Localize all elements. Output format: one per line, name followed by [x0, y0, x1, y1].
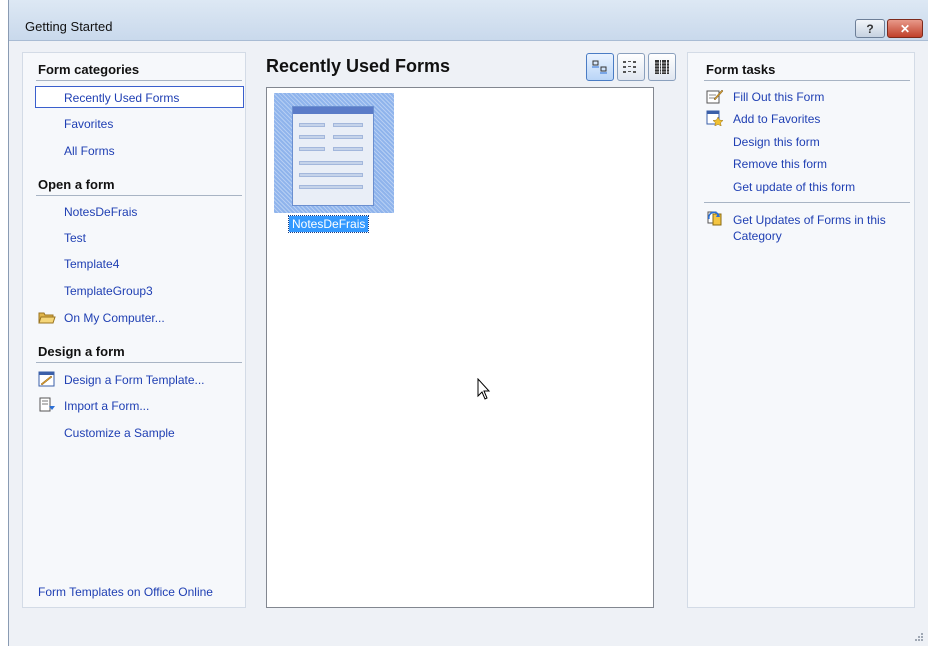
add-favorites-icon [706, 110, 724, 126]
divider [704, 80, 910, 81]
list-view-icon [654, 60, 670, 74]
design-form-heading: Design a form [38, 344, 125, 359]
form-name-label[interactable]: NotesDeFrais [287, 215, 370, 233]
tiles-view-icon [623, 61, 636, 73]
open-templategroup3[interactable]: TemplateGroup3 [64, 284, 153, 298]
get-updates-category-link-line2[interactable]: Category [733, 229, 782, 243]
office-online-link[interactable]: Form Templates on Office Online [38, 585, 213, 599]
open-template4[interactable]: Template4 [64, 257, 119, 271]
title-bar[interactable]: Getting Started ? ✕ [9, 0, 928, 41]
divider [704, 202, 910, 203]
mouse-cursor-icon [477, 378, 491, 400]
form-tasks-heading: Form tasks [706, 62, 776, 77]
open-on-my-computer[interactable]: On My Computer... [64, 311, 165, 325]
help-icon: ? [866, 21, 874, 36]
category-all-forms[interactable]: All Forms [64, 144, 115, 158]
close-button[interactable]: ✕ [887, 19, 923, 38]
divider [36, 362, 242, 363]
category-recently-used[interactable]: Recently Used Forms [64, 91, 179, 105]
folder-open-icon [38, 312, 56, 324]
window-title: Getting Started [25, 19, 113, 34]
help-button[interactable]: ? [855, 19, 885, 38]
open-notesdefrais[interactable]: NotesDeFrais [64, 205, 137, 219]
open-test[interactable]: Test [64, 231, 86, 245]
import-form-icon [39, 397, 55, 412]
list-view-button[interactable] [648, 53, 676, 81]
remove-this-form-link[interactable]: Remove this form [733, 157, 827, 171]
large-icons-view-button[interactable] [586, 53, 614, 81]
customize-sample-link[interactable]: Customize a Sample [64, 426, 175, 440]
fill-out-form-link[interactable]: Fill Out this Form [733, 90, 824, 104]
tiles-view-button[interactable] [617, 53, 645, 81]
divider [36, 80, 242, 81]
form-categories-heading: Form categories [38, 62, 140, 77]
form-thumbnail-icon [292, 106, 374, 206]
get-updates-category-link-line1[interactable]: Get Updates of Forms in this [733, 213, 886, 227]
get-update-form-link[interactable]: Get update of this form [733, 180, 855, 194]
divider [36, 195, 242, 196]
large-icons-view-icon [592, 60, 607, 74]
get-updates-icon [707, 211, 722, 226]
open-form-heading: Open a form [38, 177, 115, 192]
fill-out-form-icon [706, 89, 724, 104]
resize-grip-icon[interactable] [914, 632, 924, 642]
design-form-template-link[interactable]: Design a Form Template... [64, 373, 205, 387]
category-favorites[interactable]: Favorites [64, 117, 113, 131]
import-form-link[interactable]: Import a Form... [64, 399, 149, 413]
add-to-favorites-link[interactable]: Add to Favorites [733, 112, 820, 126]
design-this-form-link[interactable]: Design this form [733, 135, 820, 149]
close-icon: ✕ [899, 21, 911, 36]
design-template-icon [38, 371, 55, 387]
left-panel [22, 52, 246, 608]
center-title: Recently Used Forms [266, 56, 451, 76]
